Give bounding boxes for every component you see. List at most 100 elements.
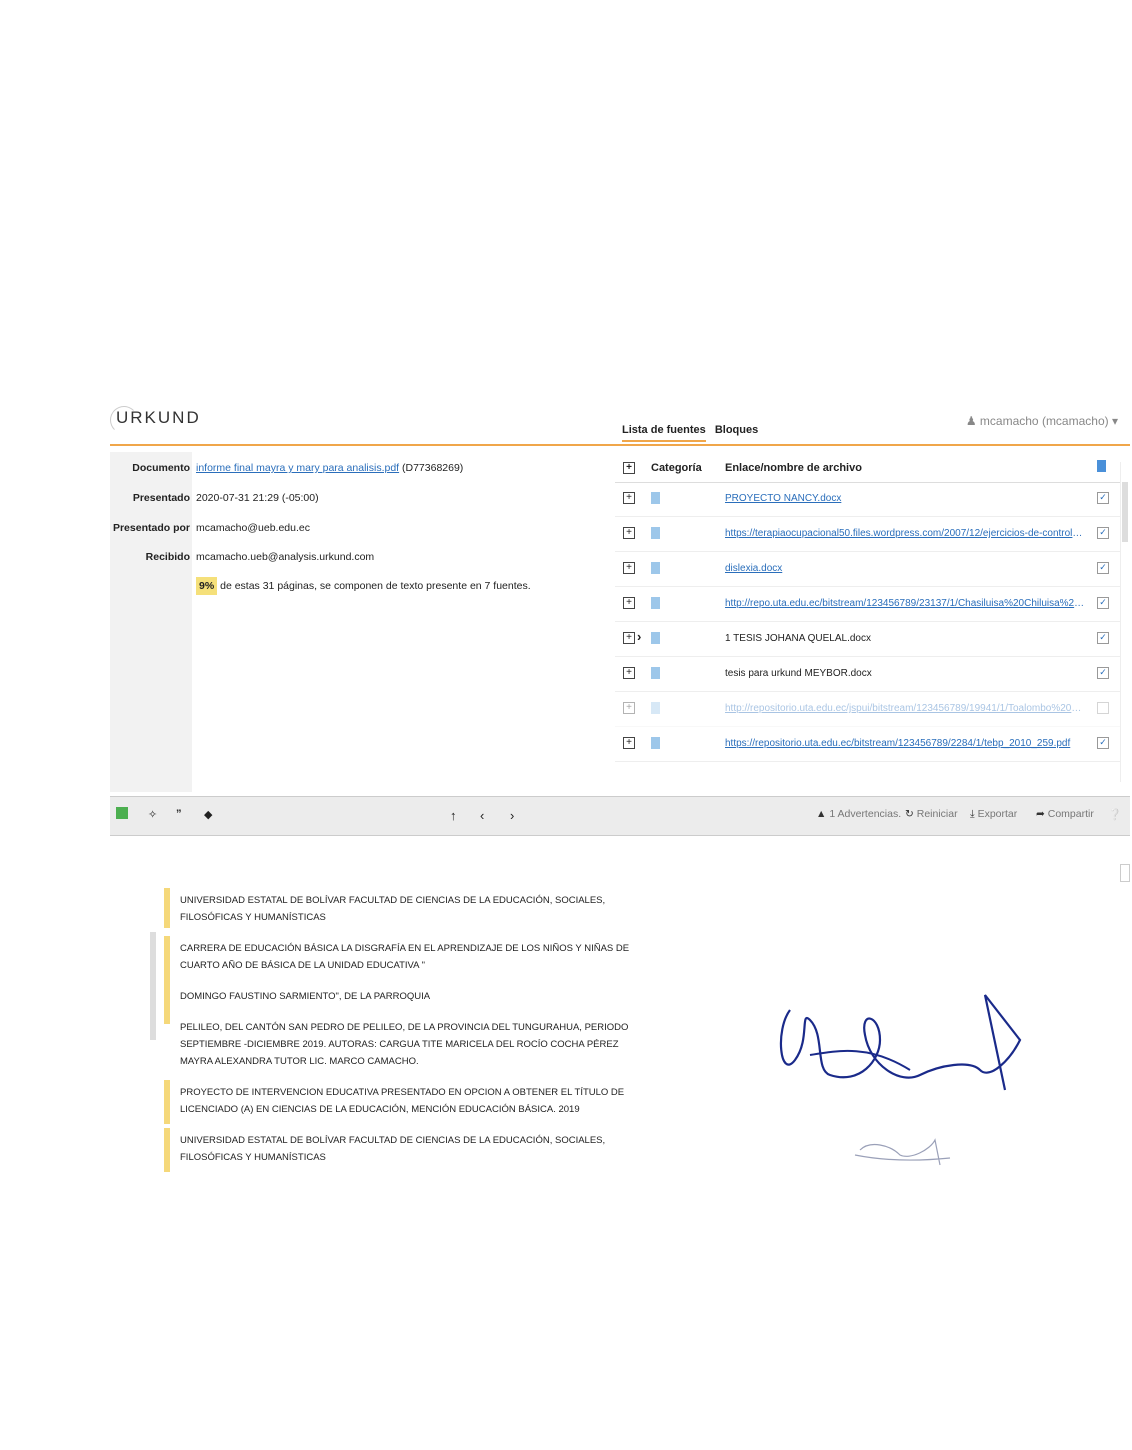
source-name[interactable]: dislexia.docx <box>725 563 1085 574</box>
category-header[interactable]: Categoría <box>651 462 702 474</box>
document-scroll-thumb[interactable] <box>1120 864 1130 882</box>
caret-down-icon: ▾ <box>1111 414 1118 428</box>
doc-paragraph-text: DOMINGO FAUSTINO SARMIENTO", DE LA PARRO… <box>180 991 431 1002</box>
document-text: UNIVERSIDAD ESTATAL DE BOLÍVAR FACULTAD … <box>150 888 632 1180</box>
tab-sources[interactable]: Lista de fuentes <box>622 424 706 442</box>
source-row[interactable]: + › 1 TESIS JOHANA QUELAL.docx ✓ <box>615 622 1120 657</box>
match-highlight <box>164 1128 170 1172</box>
user-menu[interactable]: ♟ mcamacho (mcamacho) ▾ <box>966 414 1118 428</box>
source-checkbox[interactable]: ✓ <box>1097 597 1109 609</box>
source-checkbox[interactable]: ✓ <box>1097 632 1109 644</box>
share-icon: ➦ <box>1036 808 1045 820</box>
quote-icon[interactable]: ” <box>176 808 182 820</box>
sources-header: + Categoría Enlace/nombre de archivo <box>615 452 1120 483</box>
restart-label: Reiniciar <box>916 808 958 820</box>
document-value: informe final mayra y mary para analisis… <box>196 462 463 474</box>
source-row[interactable]: + http://repositorio.uta.edu.ec/jspui/bit… <box>615 692 1120 727</box>
image-view-icon[interactable] <box>116 807 128 819</box>
user-icon: ♟ <box>965 414 977 428</box>
doc-paragraph-text: PELILEO, DEL CANTÓN SAN PEDRO DE PELILEO… <box>180 1022 629 1067</box>
expand-icon[interactable]: + <box>623 667 635 679</box>
source-row[interactable]: + dislexia.docx ✓ <box>615 552 1120 587</box>
expand-icon[interactable]: + <box>623 562 635 574</box>
doc-paragraph-text: PROYECTO DE INTERVENCION EDUCATIVA PRESE… <box>180 1087 625 1115</box>
doc-paragraph-text: UNIVERSIDAD ESTATAL DE BOLÍVAR FACULTAD … <box>180 895 606 923</box>
app-header: URKUND Lista de fuentes Bloques ♟ mcamac… <box>110 400 1130 446</box>
expand-icon[interactable]: + <box>623 492 635 504</box>
source-checkbox[interactable] <box>1097 702 1109 714</box>
source-name[interactable]: https://repositorio.uta.edu.ec/bitstream… <box>725 738 1085 749</box>
expand-icon[interactable]: + <box>623 527 635 539</box>
document-label: Documento <box>132 462 190 474</box>
handwritten-signature <box>779 994 1022 1166</box>
expand-all-icon[interactable]: + <box>623 462 635 474</box>
expand-icon[interactable]: + <box>623 597 635 609</box>
document-scrollbar[interactable] <box>1120 844 1130 1239</box>
source-name: tesis para urkund MEYBOR.docx <box>725 668 872 679</box>
signature-stroke-faint <box>854 1138 951 1166</box>
expand-icon[interactable]: + <box>623 702 635 714</box>
help-icon[interactable]: ❔ <box>1108 808 1122 821</box>
submitted-by-label: Presentado por <box>112 522 190 534</box>
match-highlight <box>164 888 170 928</box>
tab-bar: Lista de fuentes Bloques <box>622 424 764 442</box>
category-icon <box>651 667 660 679</box>
restart-button[interactable]: ↻ Reiniciar <box>905 808 958 820</box>
export-button[interactable]: ⤓ Exportar <box>970 808 1017 821</box>
bottom-toolbar: ✧ ” ◆ ↑ ‹ › ▲ 1 Advertencias. ↻ Reinicia… <box>110 796 1130 836</box>
share-label: Compartir <box>1047 808 1094 820</box>
source-row[interactable]: + tesis para urkund MEYBOR.docx ✓ <box>615 657 1120 692</box>
source-name[interactable]: http://repo.uta.edu.ec/bitstream/1234567… <box>725 598 1085 609</box>
expand-icon[interactable]: + <box>623 632 635 644</box>
doc-paragraph-text: CARRERA DE EDUCACIÓN BÁSICA LA DISGRAFÍA… <box>180 943 630 971</box>
up-arrow-icon[interactable]: ↑ <box>450 808 457 823</box>
similarity-percent: 9% <box>196 577 218 595</box>
source-name[interactable]: PROYECTO NANCY.docx <box>725 493 1085 504</box>
sources-scrollbar[interactable] <box>1120 462 1129 782</box>
source-checkbox[interactable]: ✓ <box>1097 667 1109 679</box>
source-row[interactable]: + https://terapiaocupacional50.files.word… <box>615 517 1120 552</box>
doc-paragraph: CARRERA DE EDUCACIÓN BÁSICA LA DISGRAFÍA… <box>150 932 632 1040</box>
app-logo: URKUND <box>116 408 201 427</box>
category-icon <box>651 492 660 504</box>
source-checkbox[interactable]: ✓ <box>1097 492 1109 504</box>
previous-icon[interactable]: ‹ <box>480 808 484 823</box>
source-checkbox[interactable]: ✓ <box>1097 527 1109 539</box>
category-icon <box>651 737 660 749</box>
link-header[interactable]: Enlace/nombre de archivo <box>725 462 862 474</box>
doc-paragraph: UNIVERSIDAD ESTATAL DE BOLÍVAR FACULTAD … <box>162 1128 632 1172</box>
download-icon: ⤓ <box>970 808 975 820</box>
source-row[interactable]: + https://repositorio.uta.edu.ec/bitstrea… <box>615 727 1120 762</box>
doc-paragraph: UNIVERSIDAD ESTATAL DE BOLÍVAR FACULTAD … <box>162 888 632 928</box>
source-checkbox[interactable]: ✓ <box>1097 562 1109 574</box>
source-name[interactable]: https://terapiaocupacional50.files.wordp… <box>725 528 1085 539</box>
submitted-value: 2020-07-31 21:29 (-05:00) <box>196 492 319 504</box>
doc-paragraph: DOMINGO FAUSTINO SARMIENTO", DE LA PARRO… <box>162 988 632 1005</box>
signature-stroke <box>809 1049 911 1071</box>
received-value: mcamacho.ueb@analysis.urkund.com <box>196 551 375 563</box>
category-icon <box>651 702 660 714</box>
submitted-label: Presentado <box>132 492 190 504</box>
next-icon[interactable]: › <box>510 808 514 823</box>
doc-paragraph: PELILEO, DEL CANTÓN SAN PEDRO DE PELILEO… <box>162 1019 632 1070</box>
submitted-by-value: mcamacho@ueb.edu.ec <box>196 522 310 534</box>
source-row[interactable]: + PROYECTO NANCY.docx ✓ <box>615 482 1120 517</box>
source-checkbox[interactable]: ✓ <box>1097 737 1109 749</box>
export-label: Exportar <box>977 808 1018 820</box>
header-divider <box>110 444 1130 446</box>
document-id: (D77368269) <box>402 462 464 474</box>
share-button[interactable]: ➦ Compartir <box>1036 808 1094 820</box>
sources-list: + Categoría Enlace/nombre de archivo + PR… <box>615 452 1120 792</box>
tag-icon[interactable]: ◆ <box>204 808 212 821</box>
category-icon <box>651 527 660 539</box>
warnings-button[interactable]: ▲ 1 Advertencias. <box>816 808 901 820</box>
tab-blocks[interactable]: Bloques <box>715 424 758 436</box>
sources-scroll-thumb[interactable] <box>1122 482 1128 542</box>
expand-icon[interactable]: + <box>623 737 635 749</box>
document-link[interactable]: informe final mayra y mary para analisis… <box>196 462 399 474</box>
source-name[interactable]: http://repositorio.uta.edu.ec/jspui/bits… <box>725 703 1085 714</box>
selected-arrow-icon: › <box>637 629 642 644</box>
select-all-icon[interactable] <box>1097 460 1106 472</box>
crosshair-icon[interactable]: ✧ <box>148 808 157 821</box>
source-row[interactable]: + http://repo.uta.edu.ec/bitstream/123456… <box>615 587 1120 622</box>
